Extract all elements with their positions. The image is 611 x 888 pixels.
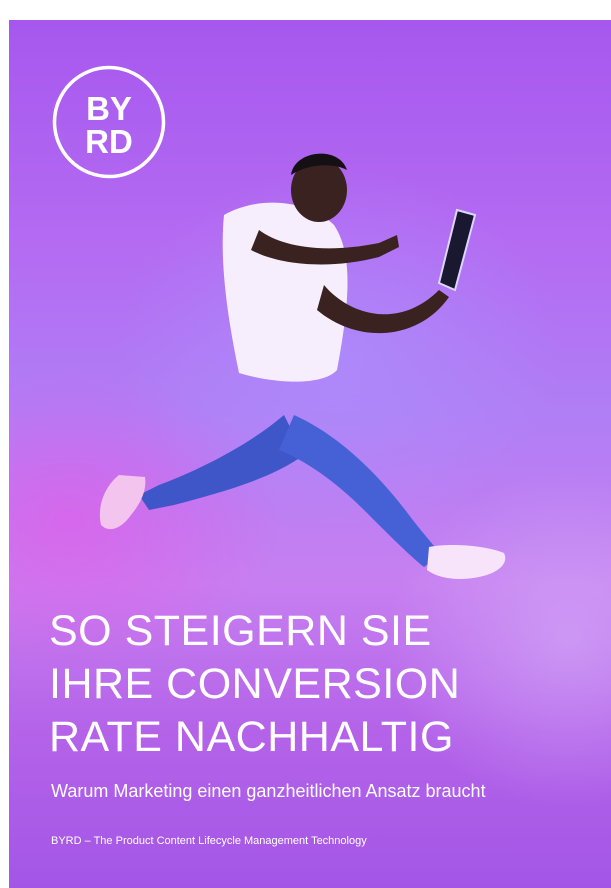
footer-tagline: BYRD – The Product Content Lifecycle Man… (51, 835, 367, 847)
hero-photo-jumping-man (99, 153, 506, 579)
sneaker-back (99, 475, 146, 530)
subtitle: Warum Marketing einen ganzheitlichen Ans… (51, 781, 486, 801)
tablet (437, 208, 477, 292)
document-cover: BY RD SO STEIGERN SIE IHRE CONVERSION RA… (9, 20, 611, 888)
headline-line-3: RATE NACHHALTIG (49, 713, 454, 761)
sneaker-front (427, 545, 506, 579)
headline-line-2: IHRE CONVERSION (49, 660, 461, 708)
jeans-back-leg (139, 415, 304, 510)
headline: SO STEIGERN SIE IHRE CONVERSION RATE NAC… (49, 605, 589, 764)
page-top-margin (0, 0, 611, 20)
headline-line-1: SO STEIGERN SIE (49, 607, 432, 655)
jeans-front-leg (279, 415, 441, 567)
